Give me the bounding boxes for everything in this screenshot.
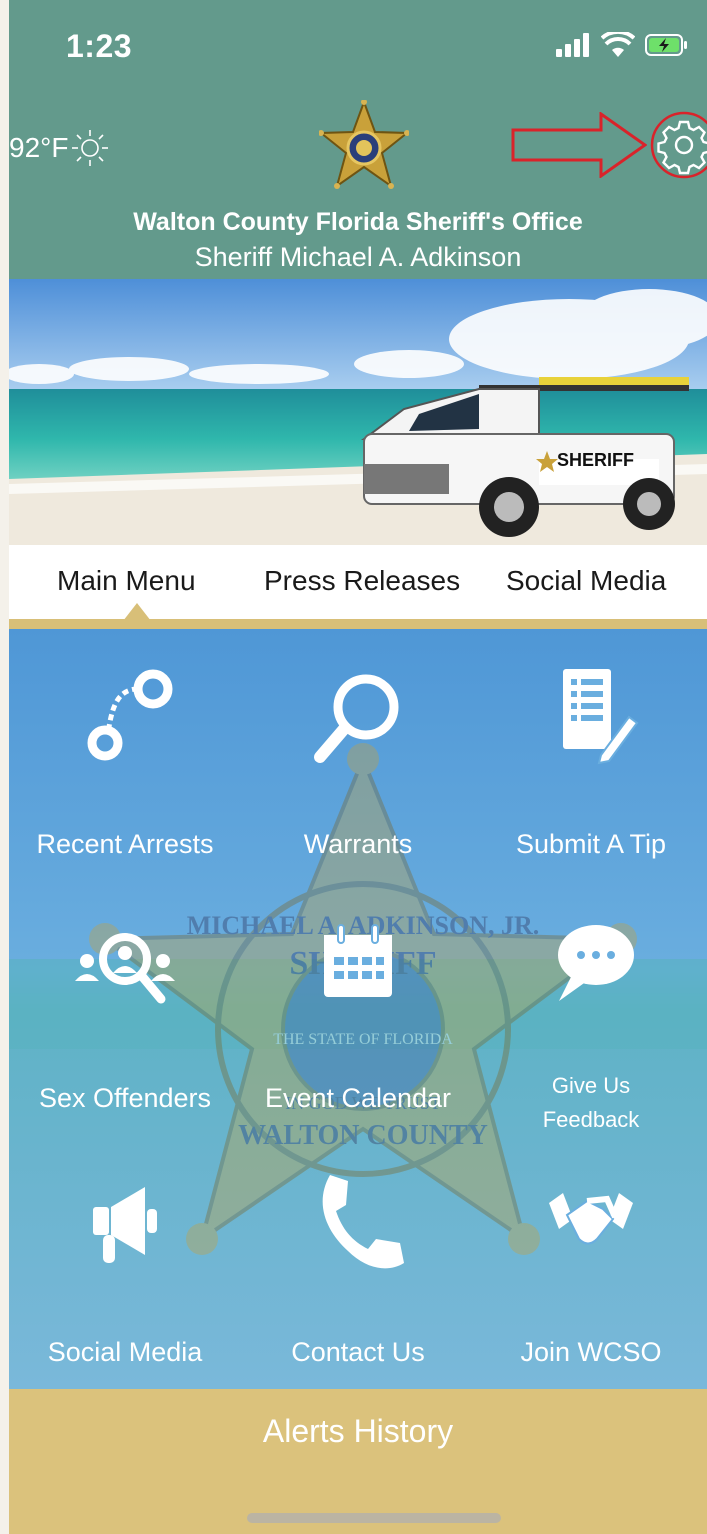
sheriff-name: Sheriff Michael A. Adkinson — [194, 242, 522, 272]
menu-item-social-media[interactable]: Social Media — [9, 1137, 241, 1387]
menu-label: Event Calendar — [264, 1083, 452, 1113]
document-pen-icon — [563, 669, 639, 765]
agency-title: Walton County Florida Sheriff's Office — [133, 208, 583, 236]
menu-label: Join WCSO — [520, 1337, 662, 1367]
app-header: 1:23 92°F Walton County Florida Sheriff'… — [9, 0, 707, 279]
home-indicator[interactable] — [247, 1513, 501, 1523]
handcuffs-icon — [87, 669, 173, 761]
alerts-history-bar[interactable]: Alerts History — [9, 1389, 707, 1534]
app-screen: 1:23 92°F Walton County Florida Sheriff'… — [0, 0, 707, 1534]
menu-label: Warrants — [303, 829, 413, 859]
temperature-label: 92°F — [9, 132, 69, 163]
menu-label-line1: Give Us — [551, 1073, 631, 1098]
people-search-icon — [75, 933, 175, 1004]
menu-item-feedback[interactable]: Give Us Feedback — [475, 883, 707, 1133]
weather-sun-icon — [72, 130, 109, 166]
weather-widget[interactable]: 92°F — [9, 128, 110, 168]
settings-gear-icon[interactable] — [649, 110, 707, 180]
menu-label: Social Media — [47, 1337, 203, 1367]
menu-label: Sex Offenders — [38, 1083, 212, 1113]
menu-label-line2: Feedback — [542, 1107, 640, 1132]
banner-image: SHERIFF — [9, 279, 707, 545]
menu-label: Submit A Tip — [515, 829, 667, 859]
status-time: 1:23 — [66, 28, 133, 64]
truck-sheriff-text: SHERIFF — [557, 450, 634, 470]
tab-press-releases[interactable]: Press Releases — [264, 565, 460, 597]
alerts-history-label: Alerts History — [262, 1413, 454, 1449]
annotation-arrow-icon — [511, 112, 647, 178]
phone-icon — [322, 1175, 404, 1269]
tab-social-media[interactable]: Social Media — [506, 565, 666, 597]
screen-edge — [0, 0, 9, 1534]
tab-bar: Main Menu Press Releases Social Media — [9, 545, 707, 629]
beach-truck-photo: SHERIFF — [9, 279, 707, 545]
megaphone-icon — [93, 1187, 157, 1263]
menu-item-submit-tip[interactable]: Submit A Tip — [475, 629, 707, 879]
menu-item-contact-us[interactable]: Contact Us — [242, 1137, 474, 1387]
menu-item-warrants[interactable]: Warrants — [242, 629, 474, 879]
battery-charging-icon — [645, 34, 687, 56]
magnifier-icon — [314, 674, 399, 763]
menu-item-sex-offenders[interactable]: Sex Offenders — [9, 883, 241, 1133]
handshake-icon — [549, 1193, 633, 1245]
chat-bubble-icon — [558, 925, 634, 1001]
tab-underline — [9, 619, 707, 629]
main-menu-grid: MICHAEL A. ADKINSON, JR. SHERIFF THE STA… — [9, 629, 707, 1389]
menu-label: Contact Us — [291, 1337, 425, 1367]
status-icons — [555, 32, 689, 58]
cellular-signal-icon — [556, 33, 589, 57]
menu-label: Give Us Feedback — [475, 1069, 707, 1137]
menu-item-join-wcso[interactable]: Join WCSO — [475, 1137, 707, 1387]
wifi-icon — [601, 32, 635, 57]
menu-item-event-calendar[interactable]: Event Calendar — [242, 883, 474, 1133]
calendar-icon — [324, 924, 392, 997]
tab-main-menu[interactable]: Main Menu — [57, 565, 196, 597]
status-bar: 1:23 — [9, 28, 707, 72]
menu-item-recent-arrests[interactable]: Recent Arrests — [9, 629, 241, 879]
sheriff-star-logo — [319, 100, 409, 189]
menu-label: Recent Arrests — [36, 829, 214, 859]
